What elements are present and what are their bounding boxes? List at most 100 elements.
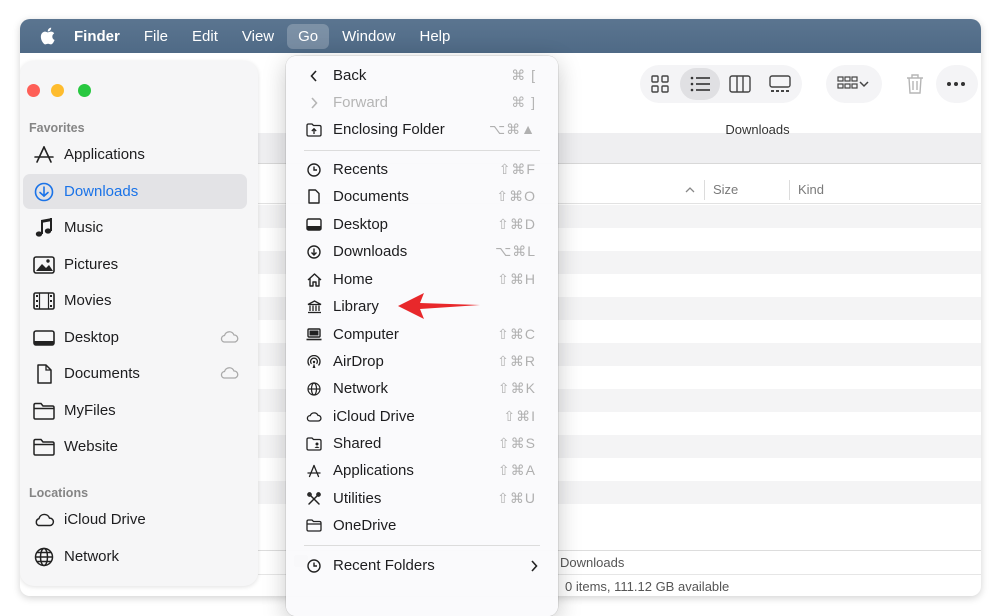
sort-chevron-icon[interactable] xyxy=(685,186,695,193)
menu-item-computer[interactable]: Computer ⇧⌘C xyxy=(286,321,558,348)
menu-item-shared[interactable]: Shared ⇧⌘S xyxy=(286,430,558,457)
utilities-icon xyxy=(306,491,322,507)
close-window-button[interactable] xyxy=(27,84,40,97)
chevron-right-icon xyxy=(531,559,538,572)
shortcut: ⇧⌘O xyxy=(496,188,536,204)
movies-icon xyxy=(33,290,55,312)
menu-window[interactable]: Window xyxy=(331,24,406,49)
menu-view[interactable]: View xyxy=(231,24,285,49)
folder-icon xyxy=(33,436,55,458)
menu-item-recent-folders[interactable]: Recent Folders xyxy=(286,552,558,579)
sidebar-item-icloud-drive[interactable]: iCloud Drive xyxy=(23,502,247,537)
annotation-arrow-icon xyxy=(398,293,480,319)
pictures-icon xyxy=(33,254,55,276)
music-icon xyxy=(33,217,55,239)
group-by-button[interactable] xyxy=(826,65,882,103)
menu-help[interactable]: Help xyxy=(409,24,462,49)
icloud-icon xyxy=(33,509,55,531)
sidebar-item-music[interactable]: Music xyxy=(23,210,247,245)
sidebar-item-downloads[interactable]: Downloads xyxy=(23,174,247,209)
minimize-window-button[interactable] xyxy=(51,84,64,97)
menu-item-label: Recent Folders xyxy=(333,557,435,574)
downloads-icon xyxy=(306,244,322,260)
menu-item-onedrive[interactable]: OneDrive xyxy=(286,512,558,539)
desktop-icon xyxy=(306,217,322,233)
sidebar-item-label: Downloads xyxy=(64,183,139,200)
column-view-button[interactable] xyxy=(720,68,760,100)
columns-icon xyxy=(729,75,751,93)
favorites-heading: Favorites xyxy=(29,121,85,135)
gallery-view-button[interactable] xyxy=(760,68,800,100)
trash-button[interactable] xyxy=(896,65,936,103)
icloud-icon xyxy=(306,409,322,425)
path-bar-label[interactable]: Downloads xyxy=(560,555,624,570)
menu-item-desktop[interactable]: Desktop ⇧⌘D xyxy=(286,211,558,238)
menu-item-icloud-drive[interactable]: iCloud Drive ⇧⌘I xyxy=(286,403,558,430)
sidebar-item-movies[interactable]: Movies xyxy=(23,283,247,318)
shortcut: ⌘ ] xyxy=(511,94,536,110)
enclosing-folder-icon xyxy=(306,122,322,138)
icon-view-button[interactable] xyxy=(640,68,680,100)
menu-item-documents[interactable]: Documents ⇧⌘O xyxy=(286,183,558,210)
menu-file[interactable]: File xyxy=(133,24,179,49)
sidebar-item-label: Desktop xyxy=(64,329,120,346)
zoom-window-button[interactable] xyxy=(78,84,91,97)
sidebar-item-label: Website xyxy=(64,438,118,455)
menu-item-network[interactable]: Network ⇧⌘K xyxy=(286,375,558,402)
menu-item-applications[interactable]: Applications ⇧⌘A xyxy=(286,457,558,484)
cloud-icon xyxy=(220,367,239,379)
menu-edit[interactable]: Edit xyxy=(181,24,229,49)
trash-icon xyxy=(907,74,923,94)
shortcut: ⌘ [ xyxy=(511,67,536,83)
grid-icon xyxy=(651,75,669,93)
menu-bar: Finder File Edit View Go Window Help xyxy=(20,19,981,53)
applications-icon xyxy=(33,144,55,166)
sidebar-item-network[interactable]: Network xyxy=(23,539,247,574)
menu-item-recents[interactable]: Recents ⇧⌘F xyxy=(286,156,558,183)
sidebar-item-label: Documents xyxy=(64,365,140,382)
shortcut: ⇧⌘A xyxy=(497,462,536,478)
ellipsis-icon xyxy=(947,82,965,86)
home-icon xyxy=(306,272,322,288)
sidebar-item-label: Movies xyxy=(64,292,112,309)
network-icon xyxy=(33,546,55,568)
sidebar-item-documents[interactable]: Documents xyxy=(23,356,247,391)
menu-item-label: OneDrive xyxy=(333,517,397,534)
sidebar-item-pictures[interactable]: Pictures xyxy=(23,247,247,282)
library-icon xyxy=(306,299,322,315)
menu-item-utilities[interactable]: Utilities ⇧⌘U xyxy=(286,485,558,512)
sidebar-item-applications[interactable]: Applications xyxy=(23,137,247,172)
window-title: Downloads xyxy=(725,122,790,137)
menu-item-airdrop[interactable]: AirDrop ⇧⌘R xyxy=(286,348,558,375)
shortcut: ⇧⌘K xyxy=(497,380,536,396)
column-kind[interactable]: Kind xyxy=(798,182,824,197)
menu-item-enclosing-folder[interactable]: Enclosing Folder ⌥⌘▲ xyxy=(286,116,558,143)
menu-go[interactable]: Go xyxy=(287,23,330,49)
sidebar-item-myfiles[interactable]: MyFiles xyxy=(23,393,247,428)
desktop-icon xyxy=(33,327,55,349)
sidebar-item-label: Pictures xyxy=(64,256,119,273)
menu-item-downloads[interactable]: Downloads ⌥⌘L xyxy=(286,238,558,265)
apple-logo-icon[interactable] xyxy=(38,26,56,46)
menu-item-back[interactable]: Back ⌘ [ xyxy=(286,62,558,89)
airdrop-icon xyxy=(306,354,322,370)
menu-item-home[interactable]: Home ⇧⌘H xyxy=(286,266,558,293)
column-size[interactable]: Size xyxy=(713,182,738,197)
applications-icon xyxy=(306,463,322,479)
more-button[interactable] xyxy=(936,65,978,103)
locations-heading: Locations xyxy=(29,486,89,500)
downloads-icon xyxy=(33,181,55,203)
sidebar-item-desktop[interactable]: Desktop xyxy=(23,320,247,355)
sidebar: Favorites Applications Downloads Music P… xyxy=(20,61,258,586)
recents-icon xyxy=(306,162,322,178)
group-icon xyxy=(837,76,858,89)
sidebar-item-website[interactable]: Website xyxy=(23,429,247,464)
shortcut: ⇧⌘I xyxy=(503,408,536,424)
menu-finder[interactable]: Finder xyxy=(63,24,131,49)
network-icon xyxy=(306,381,322,397)
status-text: 0 items, 111.12 GB available xyxy=(565,579,730,594)
chevron-down-icon xyxy=(859,81,869,88)
menu-item-forward[interactable]: Forward ⌘ ] xyxy=(286,89,558,116)
list-view-button[interactable] xyxy=(680,68,720,100)
documents-icon xyxy=(33,363,55,385)
